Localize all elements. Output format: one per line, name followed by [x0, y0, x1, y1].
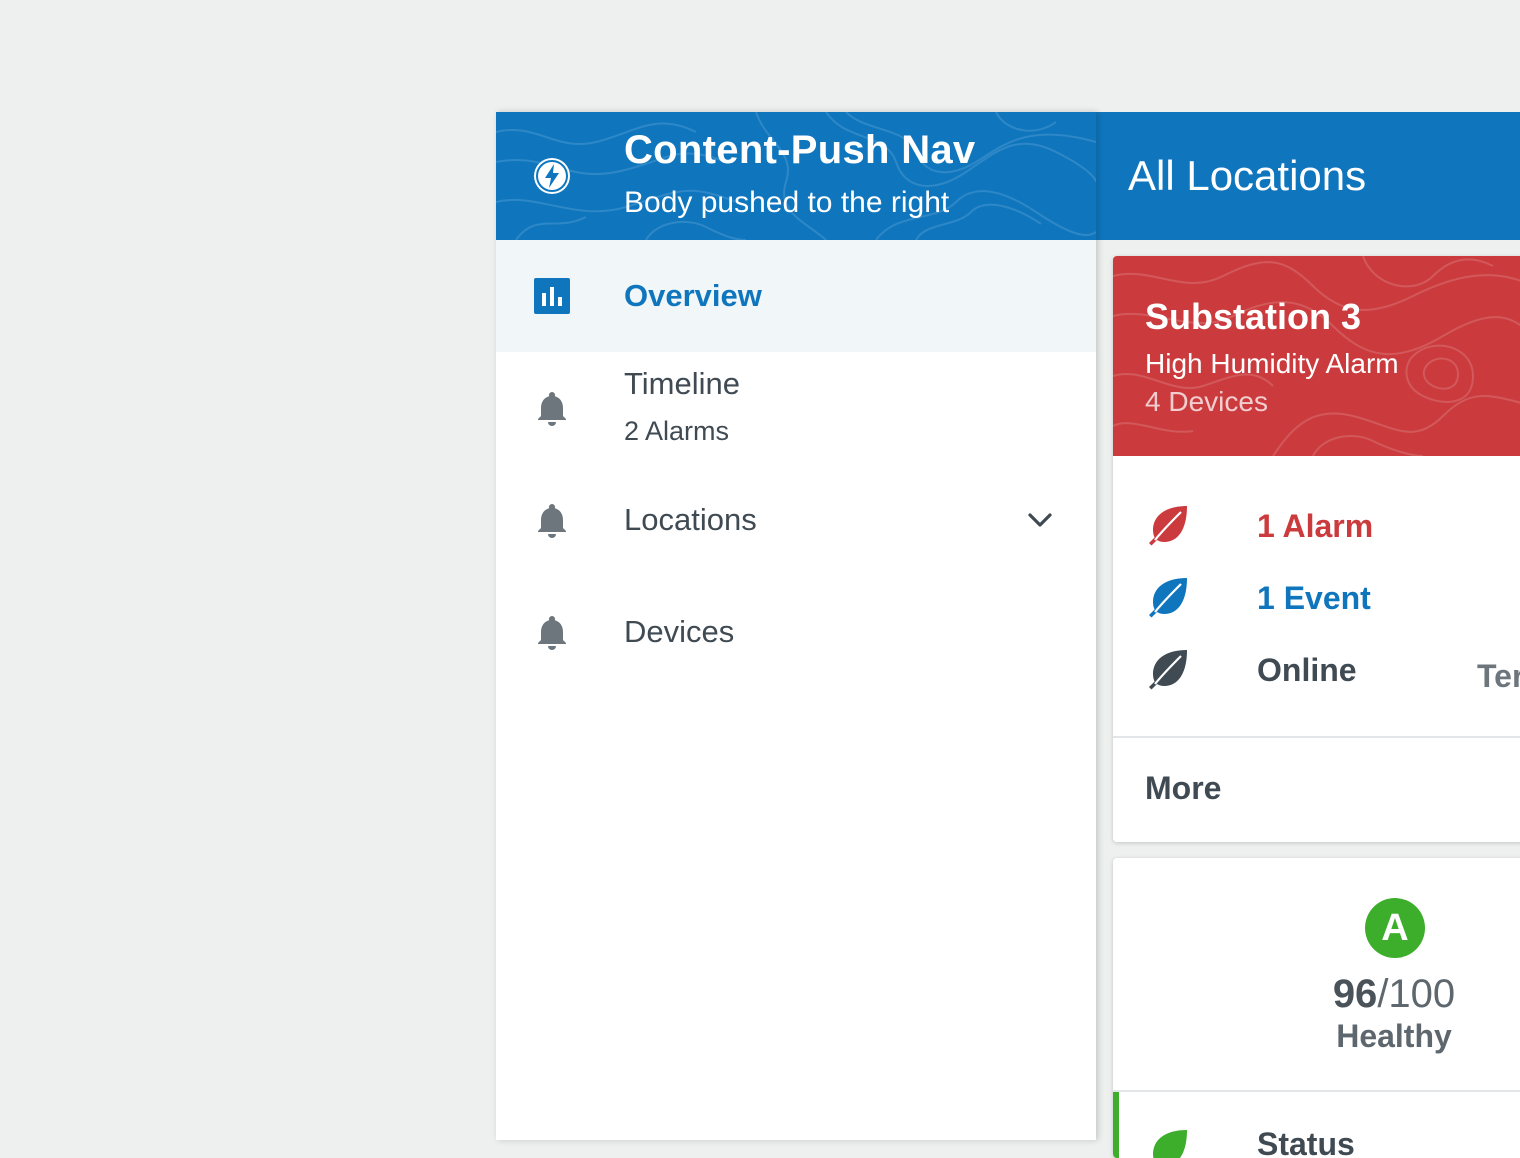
card-header-alarm: Substation 3 High Humidity Alarm 4 Devic… [1113, 256, 1520, 456]
divider [1113, 1090, 1520, 1092]
nav-drawer: Content-Push Nav Body pushed to the righ… [496, 112, 1096, 1140]
stat-row-alarm[interactable]: 1 Alarm [1113, 502, 1520, 558]
bar-chart-icon [534, 278, 570, 314]
health-label: Healthy [1336, 1018, 1452, 1054]
leaf-icon [1149, 506, 1187, 546]
nav-item-locations[interactable]: Locations [496, 464, 1096, 576]
leaf-icon [1153, 1130, 1187, 1158]
bell-icon [538, 504, 566, 538]
more-button[interactable]: More [1145, 770, 1221, 807]
status-label: Status [1257, 1126, 1355, 1158]
bell-icon [538, 616, 566, 650]
drawer-title: Content-Push Nav [624, 128, 976, 172]
nav-sublabel-timeline: 2 Alarms [624, 416, 730, 446]
device-count: 4 Devices [1145, 386, 1268, 417]
drawer-subtitle: Body pushed to the right [624, 186, 950, 219]
nav-item-timeline[interactable]: Timeline 2 Alarms [496, 352, 1096, 464]
temperature-label: Ter [1477, 658, 1520, 694]
location-card[interactable]: Substation 3 High Humidity Alarm 4 Devic… [1113, 256, 1520, 842]
page-title: All Locations [1128, 152, 1367, 199]
stat-row-online[interactable]: Online Ter [1113, 646, 1520, 702]
score-total: /100 [1377, 972, 1456, 1016]
chevron-down-icon[interactable] [1024, 504, 1056, 536]
status-indicator-bar [1113, 1092, 1119, 1158]
bolt-icon[interactable] [532, 156, 572, 196]
nav-label-timeline: Timeline [624, 366, 740, 401]
card-subtitle: High Humidity Alarm [1145, 348, 1399, 379]
alarm-count: 1 Alarm [1257, 508, 1374, 544]
bell-icon [538, 392, 566, 426]
nav-label-devices: Devices [624, 614, 735, 649]
nav-label-overview: Overview [624, 278, 762, 313]
nav-item-overview[interactable]: Overview [496, 240, 1096, 352]
stat-row-event[interactable]: 1 Event [1113, 574, 1520, 630]
grade-badge: A [1365, 898, 1425, 958]
health-card[interactable]: A 96/100 Healthy Status [1113, 858, 1520, 1158]
main-app-bar: All Locations [1096, 112, 1520, 240]
drawer-header: Content-Push Nav Body pushed to the righ… [496, 112, 1096, 240]
divider [1113, 736, 1520, 738]
leaf-icon [1149, 650, 1187, 690]
score-value: 96 [1332, 972, 1378, 1016]
card-title: Substation 3 [1145, 296, 1362, 337]
event-count: 1 Event [1257, 580, 1371, 616]
nav-item-devices[interactable]: Devices [496, 576, 1096, 688]
health-score: 96/100 [1113, 972, 1520, 1017]
nav-label-locations: Locations [624, 502, 757, 537]
online-status: Online [1257, 652, 1357, 688]
leaf-icon [1149, 578, 1187, 618]
